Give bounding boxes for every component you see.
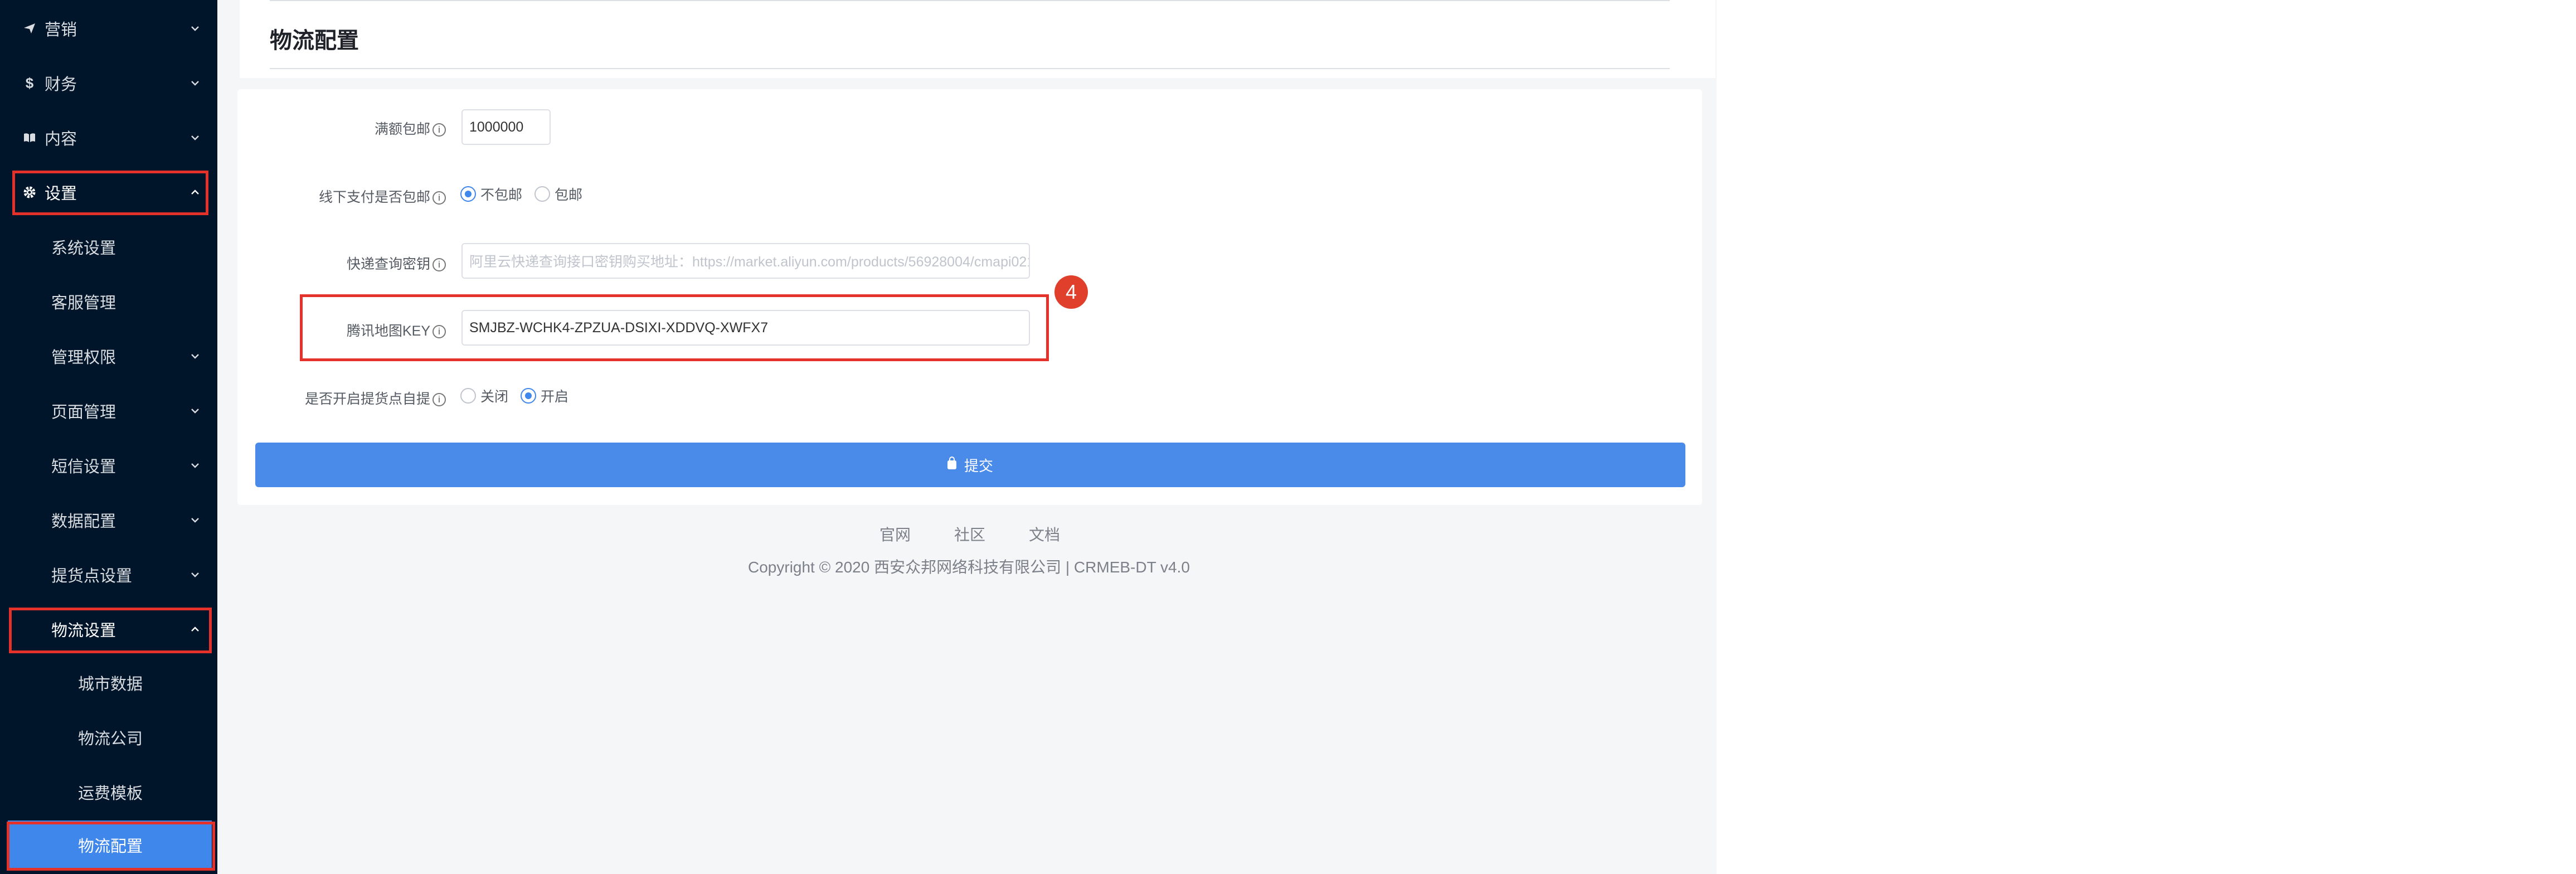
offline-pay-radio-group: 不包邮 包邮 [460,184,595,204]
sidebar-item-city-data[interactable]: 城市数据 [0,656,217,710]
annotation-box-tencent-map-key [300,294,1049,361]
free-shipping-label: 满额包邮 i [375,118,446,138]
annotation-box-logistics-config [7,822,215,871]
radio-option-on[interactable]: 开启 [521,386,568,406]
sidebar-item-logistics-company[interactable]: 物流公司 [0,710,217,765]
divider [270,68,1670,69]
info-icon[interactable]: i [432,123,446,137]
chevron-down-icon [191,354,199,359]
express-key-label: 快递查询密钥 i [347,253,446,273]
chevron-down-icon [191,26,199,31]
chevron-down-icon [191,135,199,140]
sidebar-item-label: 数据配置 [51,513,116,531]
chevron-down-icon [191,518,199,523]
annotation-badge-4: 4 [1054,275,1088,309]
radio-unchecked-icon[interactable] [460,388,476,404]
sidebar-item-label: 运费模板 [78,785,143,803]
pickup-enable-label: 是否开启提货点自提 i [305,388,446,408]
sidebar-item-finance[interactable]: $ 财务 [0,56,217,110]
sidebar-item-label: 系统设置 [51,240,116,258]
radio-option-off[interactable]: 关闭 [460,386,508,406]
page-title: 物流配置 [270,28,359,53]
sidebar-item-pickup-settings[interactable]: 提货点设置 [0,547,217,602]
chevron-down-icon [191,463,199,468]
sidebar-item-content[interactable]: 内容 [0,110,217,165]
sidebar-item-permissions[interactable]: 管理权限 [0,329,217,383]
sidebar-item-label: 城市数据 [78,676,143,693]
radio-option-no-free-shipping[interactable]: 不包邮 [460,184,522,204]
footer-link-community[interactable]: 社区 [954,523,985,545]
chevron-down-icon [191,81,199,86]
sidebar-item-label: 管理权限 [51,349,116,367]
sidebar-item-shipping-template[interactable]: 运费模板 [0,765,217,819]
free-shipping-input[interactable]: 1000000 [461,109,551,145]
lock-icon [947,457,956,469]
divider [270,0,1670,1]
radio-checked-icon[interactable] [460,186,476,202]
pickup-radio-group: 关闭 开启 [460,386,581,406]
submit-button[interactable]: 提交 [255,443,1685,487]
sidebar-item-sms-settings[interactable]: 短信设置 [0,438,217,493]
chevron-down-icon [191,409,199,414]
sidebar-item-label: 客服管理 [51,294,116,312]
sidebar-item-customer-service[interactable]: 客服管理 [0,274,217,329]
annotation-box-settings [12,171,208,215]
sidebar-item-system-settings[interactable]: 系统设置 [0,220,217,274]
footer-link-docs[interactable]: 文档 [1029,523,1060,545]
send-icon [21,20,38,37]
express-key-input[interactable]: 阿里云快递查询接口密钥购买地址：https://market.aliyun.co… [461,243,1030,279]
sidebar-item-label: 物流公司 [78,730,143,748]
sidebar: 营销 $ 财务 内容 设置 系统设置 客服管理 管理权限 页面管理 短信设置 数… [0,0,217,874]
sidebar-item-label: 营销 [45,21,77,39]
footer-link-official-site[interactable]: 官网 [879,523,911,545]
sidebar-item-label: 财务 [45,76,77,94]
sidebar-item-label: 页面管理 [51,404,116,421]
sidebar-item-label: 内容 [45,130,77,148]
radio-checked-icon[interactable] [521,388,537,404]
info-icon[interactable]: i [432,393,446,407]
page-header-card [240,0,1715,78]
radio-unchecked-icon[interactable] [534,186,551,202]
sidebar-item-label: 提货点设置 [51,567,133,585]
dollar-icon: $ [25,74,34,91]
offline-pay-shipping-label: 线下支付是否包邮 i [319,186,446,206]
annotation-box-logistics-settings [9,608,212,653]
book-icon [21,129,38,146]
sidebar-item-data-config[interactable]: 数据配置 [0,493,217,547]
sidebar-item-page-management[interactable]: 页面管理 [0,383,217,438]
chevron-down-icon [191,572,199,577]
info-icon[interactable]: i [432,191,446,205]
info-icon[interactable]: i [432,258,446,272]
sidebar-item-marketing[interactable]: 营销 [0,1,217,56]
radio-option-free-shipping[interactable]: 包邮 [534,184,582,204]
copyright-text: Copyright © 2020 西安众邦网络科技有限公司 | CRMEB-DT… [748,559,1190,576]
sidebar-item-label: 短信设置 [51,458,116,476]
